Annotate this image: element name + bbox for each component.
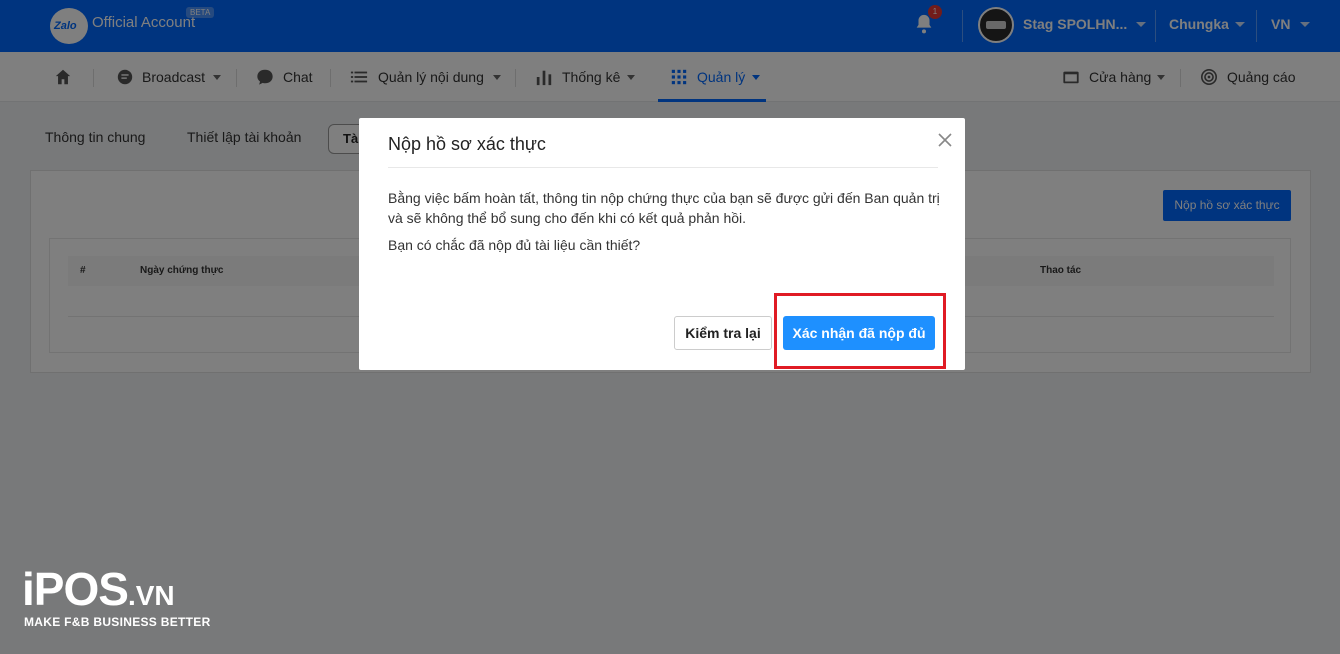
dialog-message: Bằng việc bấm hoàn tất, thông tin nộp ch… xyxy=(388,190,940,226)
dialog-title: Nộp hồ sơ xác thực xyxy=(388,134,546,154)
review-button[interactable]: Kiểm tra lại xyxy=(674,316,772,350)
ipos-tagline: MAKE F&B BUSINESS BETTER xyxy=(24,615,211,629)
highlight-box xyxy=(774,293,946,369)
ipos-logo: iPOS.VN xyxy=(22,563,175,615)
divider xyxy=(388,167,938,168)
close-icon[interactable] xyxy=(937,132,953,148)
dialog-question: Bạn có chắc đã nộp đủ tài liệu cần thiết… xyxy=(388,237,641,253)
